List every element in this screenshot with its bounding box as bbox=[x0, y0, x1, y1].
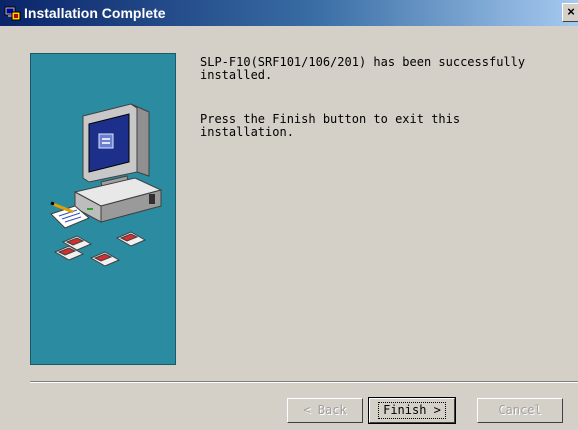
close-button[interactable]: × bbox=[562, 3, 578, 22]
back-button-label: < Back bbox=[303, 403, 347, 417]
separator bbox=[30, 381, 578, 383]
close-icon: × bbox=[567, 4, 575, 19]
title-bar[interactable]: Installation Complete × bbox=[0, 0, 578, 26]
instruction-message: Press the Finish button to exit this ins… bbox=[200, 112, 461, 139]
window-title: Installation Complete bbox=[24, 5, 166, 21]
back-button[interactable]: < Back bbox=[287, 398, 363, 423]
installer-window: Installation Complete × SLP-F10(SRF101/1… bbox=[0, 0, 578, 430]
side-panel bbox=[30, 53, 176, 365]
cancel-button-label: Cancel bbox=[498, 403, 542, 417]
cancel-button[interactable]: Cancel bbox=[477, 398, 563, 423]
finish-button-label: Finish > bbox=[378, 402, 446, 419]
setup-icon bbox=[4, 6, 21, 21]
success-message: SLP-F10(SRF101/106/201) has been success… bbox=[200, 55, 526, 82]
computer-illustration-icon bbox=[50, 103, 163, 267]
finish-button[interactable]: Finish > bbox=[368, 397, 456, 424]
